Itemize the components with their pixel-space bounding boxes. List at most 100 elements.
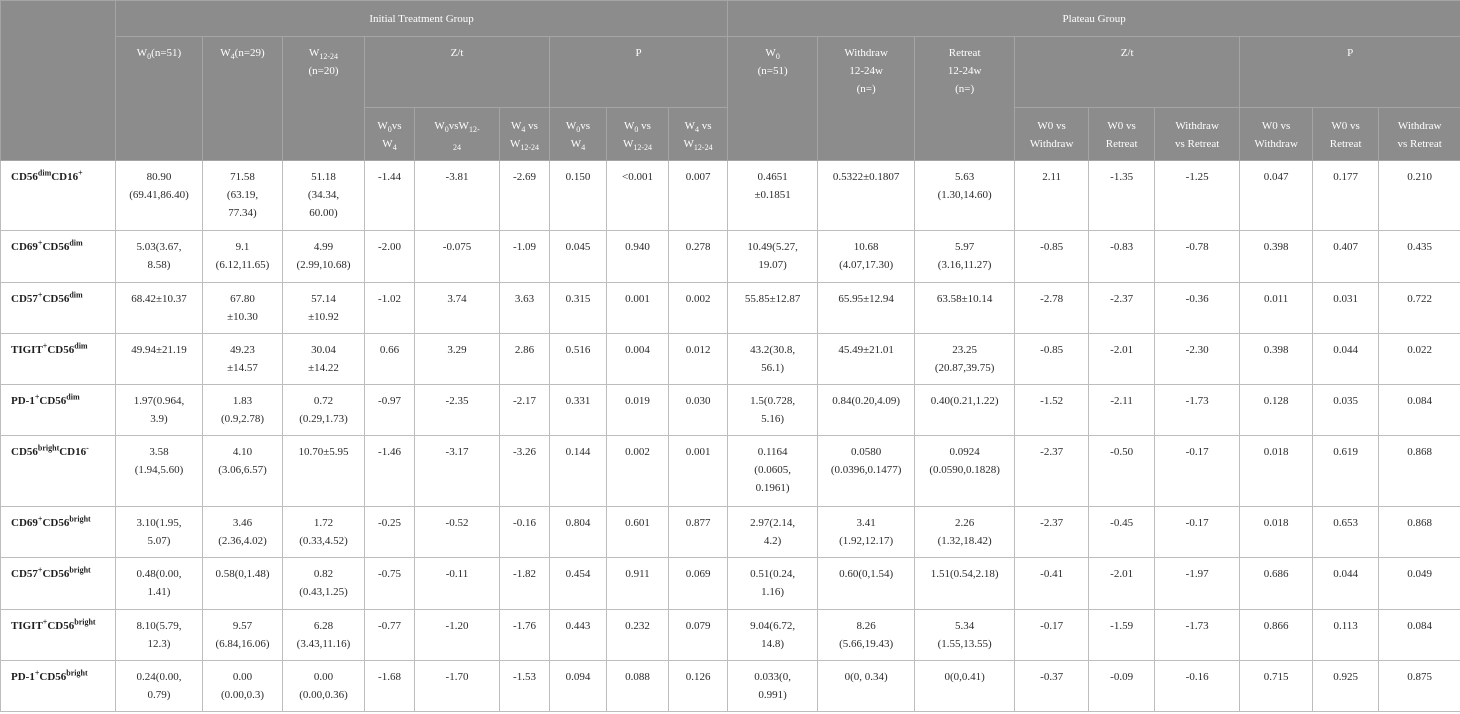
- table-cell: -0.83: [1088, 230, 1156, 283]
- table-cell: -1.68: [364, 660, 415, 712]
- header-cell: W0(n=51): [115, 36, 203, 161]
- table-cell: -0.16: [499, 506, 550, 558]
- table-cell: 2.11: [1014, 160, 1090, 231]
- table-cell: 0.686: [1239, 557, 1314, 610]
- table-cell: 0.031: [1312, 282, 1380, 334]
- table-row: CD56dimCD16+ 80.90 (69.41,86.40) 71.58 (63.1…: [0, 160, 1460, 231]
- table-cell: 0.72 (0.29,1.73): [282, 384, 365, 436]
- row-label: CD69+CD56dim: [0, 230, 116, 283]
- table-cell: 0.331: [549, 384, 607, 436]
- table-cell: -1.82: [499, 557, 550, 610]
- header-cell: W0 vs Withdraw: [1239, 107, 1314, 161]
- table-cell: -0.85: [1014, 230, 1090, 283]
- table-cell: 0.018: [1239, 435, 1314, 507]
- table-cell: 68.42±10.37: [115, 282, 203, 334]
- table-cell: -0.78: [1154, 230, 1241, 283]
- table-cell: -2.78: [1014, 282, 1090, 334]
- header-cell: W0 vs Retreat: [1312, 107, 1380, 161]
- table-cell: 0.875: [1378, 660, 1460, 712]
- table-row: CD56brightCD16- 3.58 (1.94,5.60) 4.10 (3.06,…: [0, 435, 1460, 507]
- table-cell: -0.45: [1088, 506, 1156, 558]
- table-cell: 0.069: [667, 557, 729, 610]
- table-cell: 0.66: [364, 333, 415, 385]
- table-cell: 1.51(0.54,2.18): [914, 557, 1016, 610]
- table-cell: 3.58 (1.94,5.60): [115, 435, 203, 507]
- table-cell: 0.088: [606, 660, 669, 712]
- table-cell: 0.128: [1239, 384, 1314, 436]
- table-cell: -1.73: [1154, 609, 1241, 661]
- table-row: TIGIT+CD56bright 8.10(5.79, 12.3) 9.57 (6.84…: [0, 609, 1460, 661]
- table-cell: 0.126: [667, 660, 729, 712]
- table-cell: -0.41: [1014, 557, 1090, 610]
- table-cell: 43.2(30.8, 56.1): [727, 333, 819, 385]
- header-cell: W0vsW12- 24: [414, 107, 500, 161]
- table-cell: -2.37: [1014, 506, 1090, 558]
- table-cell: -1.46: [364, 435, 415, 507]
- table-cell: 49.94±21.19: [115, 333, 203, 385]
- table-cell: 2.97(2.14, 4.2): [727, 506, 819, 558]
- row-label: CD57+CD56bright: [0, 557, 116, 610]
- table-cell: 0.24(0.00, 0.79): [115, 660, 203, 712]
- table-cell: -2.17: [499, 384, 550, 436]
- row-label: CD56dimCD16+: [0, 160, 116, 231]
- table-cell: 0.48(0.00, 1.41): [115, 557, 203, 610]
- table-cell: 0.113: [1312, 609, 1380, 661]
- table-cell: -2.11: [1088, 384, 1156, 436]
- header-cell: W4 vs W12-24: [667, 107, 729, 161]
- table-cell: 0.044: [1312, 333, 1380, 385]
- table-cell: -2.69: [499, 160, 550, 231]
- table-cell: -1.76: [499, 609, 550, 661]
- table-cell: -0.36: [1154, 282, 1241, 334]
- initial-treatment-group-header: Initial Treatment Group: [114, 0, 729, 37]
- table-cell: 1.97(0.964, 3.9): [115, 384, 203, 436]
- table-cell: 3.10(1.95, 5.07): [115, 506, 203, 558]
- table-cell: 0.619: [1312, 435, 1380, 507]
- table-cell: 10.70±5.95: [282, 435, 365, 507]
- table-cell: -0.52: [414, 506, 500, 558]
- table-cell: 0.002: [606, 435, 669, 507]
- table-cell: 0.443: [549, 609, 607, 661]
- table-cell: 63.58±10.14: [914, 282, 1016, 334]
- results-table: Initial Treatment Group Plateau Group W0…: [0, 0, 1460, 712]
- table-cell: 0.58(0,1.48): [202, 557, 283, 610]
- table-cell: 3.41 (1.92,12.17): [817, 506, 916, 558]
- table-cell: -2.37: [1088, 282, 1156, 334]
- table-cell: 0.1164 (0.0605, 0.1961): [727, 435, 819, 507]
- table-cell: 0.033(0, 0.991): [727, 660, 819, 712]
- subgroup-header-row: W0(n=51) W4(n=29) W12-24 (n=20) Z/t P W0(…: [1, 36, 1460, 161]
- table-cell: 6.28 (3.43,11.16): [282, 609, 365, 661]
- table-cell: -3.26: [499, 435, 550, 507]
- row-label: TIGIT+CD56bright: [0, 609, 116, 661]
- header-cell: Withdraw 12-24w (n=): [817, 36, 916, 161]
- table-cell: 0.00 (0.00,0.3): [202, 660, 283, 712]
- header-cell: Z/t: [1014, 36, 1241, 108]
- header-cell: P: [548, 36, 729, 108]
- table-cell: -1.20: [414, 609, 500, 661]
- table-cell: -1.73: [1154, 384, 1241, 436]
- plateau-group-header: Plateau Group: [727, 0, 1460, 37]
- table-cell: 0.407: [1312, 230, 1380, 283]
- header-cell: Withdraw vs Retreat: [1154, 107, 1241, 161]
- table-cell: 0.002: [667, 282, 729, 334]
- table-cell: 0.5322±0.1807: [817, 160, 916, 231]
- table-cell: 0.653: [1312, 506, 1380, 558]
- table-cell: 0.4651 ±0.1851: [727, 160, 819, 231]
- table-cell: -1.53: [499, 660, 550, 712]
- table-cell: 0.398: [1239, 333, 1314, 385]
- table-cell: -1.25: [1154, 160, 1241, 231]
- table-cell: 0.925: [1312, 660, 1380, 712]
- table-cell: 49.23 ±14.57: [202, 333, 283, 385]
- row-label: CD69+CD56bright: [0, 506, 116, 558]
- table-cell: 51.18 (34.34, 60.00): [282, 160, 365, 231]
- table-cell: 4.99 (2.99,10.68): [282, 230, 365, 283]
- table-cell: -2.30: [1154, 333, 1241, 385]
- table-cell: 0.079: [667, 609, 729, 661]
- header-cell: W12-24 (n=20): [282, 36, 365, 161]
- table-cell: -2.35: [414, 384, 500, 436]
- table-cell: 8.10(5.79, 12.3): [115, 609, 203, 661]
- table-cell: 45.49±21.01: [817, 333, 916, 385]
- table-cell: 9.57 (6.84,16.06): [202, 609, 283, 661]
- row-label-header: [0, 0, 116, 161]
- table-cell: -1.70: [414, 660, 500, 712]
- table-cell: 0.454: [549, 557, 607, 610]
